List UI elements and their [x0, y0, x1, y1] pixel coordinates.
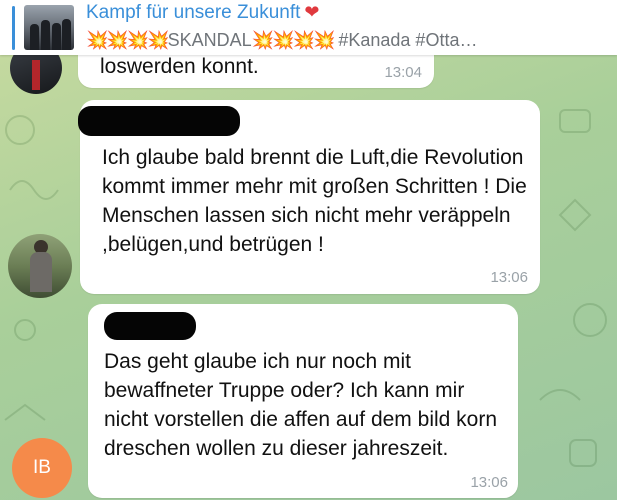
- pinned-preview: 💥💥💥💥SKANDAL💥💥💥💥 #Kanada #Otta…: [86, 30, 606, 51]
- pinned-message-bar[interactable]: Kampf für unsere Zukunft ❤ 💥💥💥💥SKANDAL💥💥💥…: [0, 0, 617, 55]
- pinned-indicator: [12, 6, 15, 50]
- pinned-title: Kampf für unsere Zukunft ❤: [86, 2, 319, 24]
- message-text: loswerden konnt.: [100, 55, 259, 78]
- explosion-emoji-group: 💥💥💥💥: [251, 30, 336, 50]
- avatar-initials-text: IB: [33, 457, 51, 478]
- message-time: 13:06: [490, 269, 528, 286]
- message-bubble[interactable]: Das geht glaube ich nur noch mit bewaffn…: [88, 304, 518, 498]
- pinned-hashtags: #Kanada #Otta…: [333, 30, 478, 50]
- message-time: 13:04: [384, 64, 422, 81]
- pinned-thumbnail: [24, 5, 74, 50]
- avatar-user-2[interactable]: [8, 234, 72, 298]
- message-bubble[interactable]: Ich glaube bald brennt die Luft,die Revo…: [78, 100, 540, 294]
- message-time: 13:06: [470, 474, 508, 491]
- explosion-emoji-group: 💥💥💥💥: [86, 30, 170, 50]
- pinned-keyword: SKANDAL: [167, 30, 252, 50]
- redacted-sender-name: [78, 106, 240, 136]
- redacted-sender-name: [104, 312, 196, 340]
- message-text: Das geht glaube ich nur noch mit bewaffn…: [104, 350, 498, 460]
- message-text: Ich glaube bald brennt die Luft,die Revo…: [102, 146, 527, 256]
- avatar-initials[interactable]: IB: [12, 438, 72, 498]
- pinned-title-text: Kampf für unsere Zukunft: [86, 2, 301, 23]
- heart-icon: ❤: [304, 2, 320, 22]
